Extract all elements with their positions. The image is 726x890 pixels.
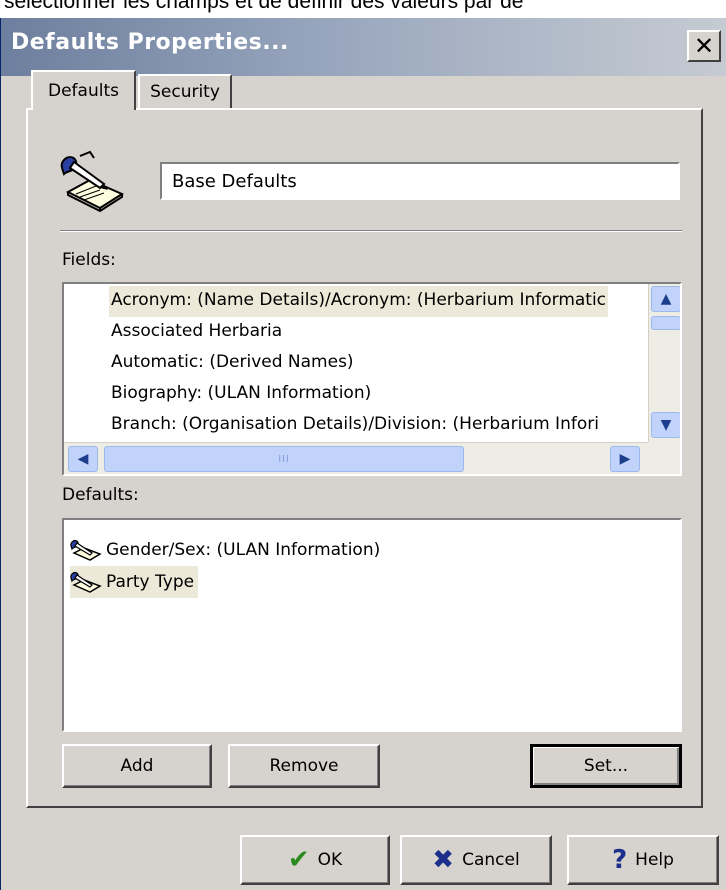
title-bar[interactable]: Defaults Properties... ✕ <box>1 18 726 76</box>
set-button[interactable]: Set... <box>530 744 682 788</box>
list-item[interactable]: Party Type <box>70 566 199 598</box>
background-caption-text: sélectionner les champs et de définir de… <box>4 0 524 13</box>
profile-name-input[interactable] <box>160 162 680 200</box>
scrollbar-corner <box>648 442 680 474</box>
scroll-grip-icon: III <box>278 453 290 465</box>
default-item-label: Gender/Sex: (ULAN Information) <box>106 540 381 560</box>
defaults-listbox[interactable]: Gender/Sex: (ULAN Information) Party Typ… <box>62 518 682 732</box>
close-icon: ✕ <box>693 32 715 60</box>
close-button[interactable]: ✕ <box>687 30 721 62</box>
list-item[interactable]: Biography: (ULAN Information) <box>109 379 373 410</box>
pen-writing-icon <box>70 539 102 561</box>
scroll-down-icon[interactable]: ▼ <box>651 412 680 438</box>
list-item[interactable]: Branch: (Organisation Details)/Division:… <box>109 410 601 441</box>
scroll-right-icon[interactable]: ▶ <box>610 446 640 472</box>
list-item[interactable]: Associated Herbaria <box>109 317 284 348</box>
vertical-scroll-thumb[interactable] <box>651 316 680 330</box>
ok-button[interactable]: ✔ OK <box>240 835 390 885</box>
background-caption: sélectionner les champs et de définir de… <box>0 0 726 20</box>
list-item[interactable]: Automatic: (Derived Names) <box>109 348 356 379</box>
vertical-scrollbar[interactable]: ▲ ▼ <box>648 284 680 442</box>
pen-writing-icon <box>70 571 102 593</box>
help-label: Help <box>635 850 674 870</box>
fields-label: Fields: <box>62 250 116 270</box>
cancel-button[interactable]: ✖ Cancel <box>400 835 552 885</box>
list-item[interactable]: Acronym: (Name Details)/Acronym: (Herbar… <box>109 286 609 317</box>
scroll-left-icon[interactable]: ◀ <box>68 446 98 472</box>
fields-listbox[interactable]: Acronym: (Name Details)/Acronym: (Herbar… <box>62 282 682 476</box>
pen-writing-icon <box>60 150 125 212</box>
window-title: Defaults Properties... <box>11 30 289 55</box>
scroll-up-icon[interactable]: ▲ <box>651 286 680 312</box>
cancel-x-icon: ✖ <box>432 845 455 875</box>
checkmark-icon: ✔ <box>287 845 310 875</box>
help-question-icon: ? <box>612 845 628 875</box>
separator <box>60 230 682 232</box>
add-button[interactable]: Add <box>62 744 212 788</box>
list-item[interactable]: Gender/Sex: (ULAN Information) <box>70 534 384 566</box>
tab-defaults[interactable]: Defaults <box>31 70 136 110</box>
cancel-label: Cancel <box>462 850 520 870</box>
default-item-label: Party Type <box>106 572 195 592</box>
tab-security[interactable]: Security <box>138 74 232 108</box>
horizontal-scroll-thumb[interactable]: III <box>104 446 464 472</box>
help-button[interactable]: ? Help <box>567 835 719 885</box>
horizontal-scrollbar[interactable]: ◀ III ▶ <box>64 442 648 474</box>
remove-button[interactable]: Remove <box>228 744 380 788</box>
ok-label: OK <box>317 850 343 870</box>
defaults-label: Defaults: <box>62 485 139 505</box>
